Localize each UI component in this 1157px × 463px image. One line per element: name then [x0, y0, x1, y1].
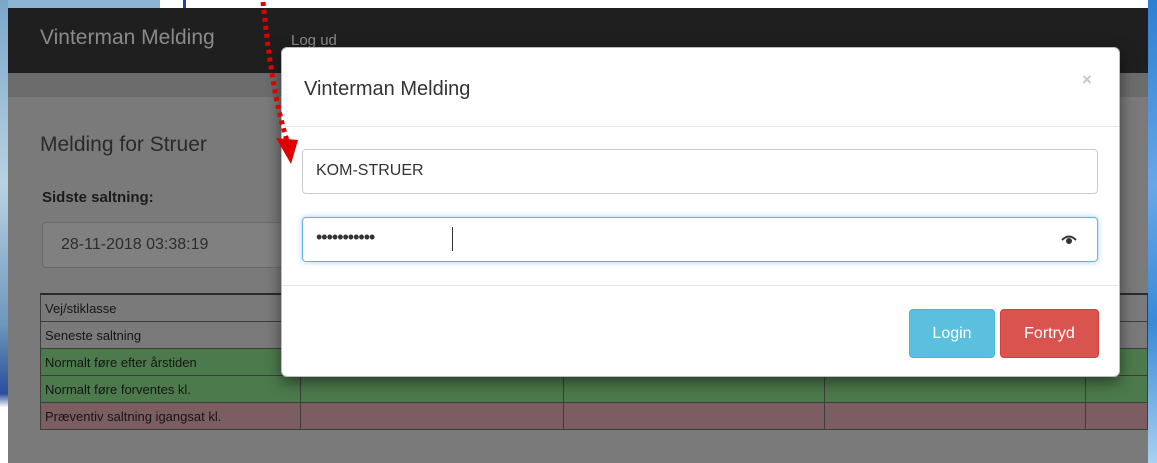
desktop-background-top [0, 0, 160, 8]
table-cell [299, 402, 564, 430]
navbar-brand[interactable]: Vinterman Melding [40, 26, 215, 50]
login-modal: Vinterman Melding × KOM-STRUER •••••••••… [281, 47, 1120, 377]
row-label: Normalt føre forventes kl. [40, 375, 301, 403]
table-row: Normalt føre forventes kl. [40, 375, 1148, 403]
row-label: Præventiv saltning igangsat kl. [40, 402, 301, 430]
close-icon[interactable]: × [1082, 70, 1092, 90]
last-salting-label: Sidste saltning: [42, 189, 154, 206]
login-button[interactable]: Login [909, 309, 995, 358]
table-cell [299, 375, 564, 403]
last-salting-field: 28-11-2018 03:38:19 [42, 222, 294, 268]
row-label: Vej/stiklasse [40, 293, 301, 322]
desktop-line [183, 0, 186, 8]
eye-icon[interactable] [1061, 232, 1077, 246]
modal-footer-divider [282, 285, 1119, 286]
modal-title: Vinterman Melding [304, 78, 471, 100]
table-cell [562, 375, 826, 403]
username-value: KOM-STRUER [316, 162, 424, 179]
row-label: Normalt føre efter årstiden [40, 348, 301, 376]
text-cursor [452, 227, 453, 251]
table-cell [562, 402, 826, 430]
modal-header-divider [282, 126, 1119, 127]
table-cell [824, 402, 1087, 430]
table-cell [824, 375, 1087, 403]
username-field[interactable]: KOM-STRUER [302, 149, 1098, 194]
table-cell [1085, 402, 1148, 430]
desktop-background-left [0, 0, 8, 463]
page-title: Melding for Struer [40, 133, 207, 156]
table-cell [1085, 375, 1148, 403]
cancel-button[interactable]: Fortryd [1000, 309, 1099, 358]
table-row: Præventiv saltning igangsat kl. [40, 402, 1148, 430]
row-label: Seneste saltning [40, 321, 301, 349]
password-value: ••••••••••• [316, 227, 375, 247]
password-field[interactable]: ••••••••••• [302, 217, 1098, 262]
desktop-background-right [1148, 0, 1157, 463]
last-salting-value: 28-11-2018 03:38:19 [61, 236, 209, 253]
